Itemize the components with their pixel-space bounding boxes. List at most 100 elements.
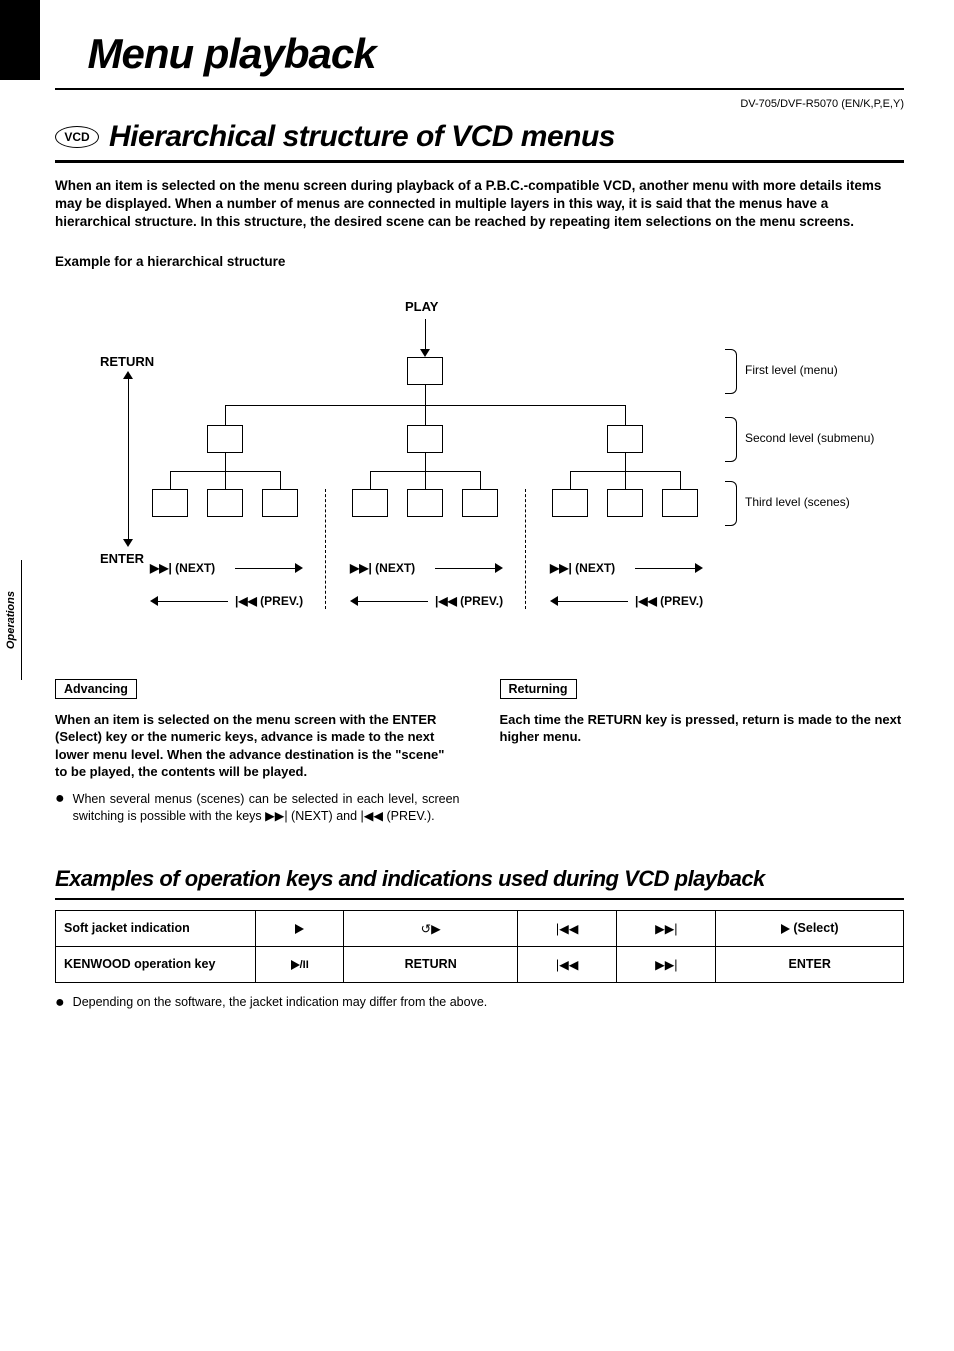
level2-box: [407, 425, 443, 453]
diagram-line: [635, 568, 695, 569]
level3-box: [262, 489, 298, 517]
brace-icon: [725, 481, 737, 526]
advancing-bullet-text: When several menus (scenes) can be selec…: [73, 791, 460, 826]
row2-cell: |◀◀: [518, 946, 617, 982]
next-icon: ▶▶| (NEXT): [350, 561, 415, 575]
play-icon: [291, 960, 300, 970]
play-icon: [781, 924, 790, 934]
play-label: PLAY: [405, 299, 438, 314]
row1-cell: ▶▶|: [617, 910, 716, 946]
side-tab-label: Operations: [5, 591, 17, 649]
enter-label: ENTER: [100, 551, 144, 566]
level1-box: [407, 357, 443, 385]
arrow-left-icon: [350, 596, 358, 606]
diagram-line: [425, 319, 426, 349]
page-number: 38: [55, 48, 77, 74]
advancing-returning-columns: Advancing When an item is selected on th…: [55, 679, 904, 826]
footnote-text: Depending on the software, the jacket in…: [73, 995, 488, 1011]
next-icon: ▶▶| (NEXT): [150, 561, 215, 575]
diagram-line: [570, 471, 571, 489]
diagram-line: [625, 471, 626, 489]
bullet-icon: ●: [55, 995, 65, 1011]
diagram-line: [170, 471, 171, 489]
dashed-divider: [525, 489, 526, 609]
vcd-badge: VCD: [55, 126, 99, 148]
level2-box: [207, 425, 243, 453]
arrow-left-icon: [150, 596, 158, 606]
brace-icon: [725, 417, 737, 462]
row1-label: Soft jacket indication: [56, 910, 256, 946]
diagram-line: [425, 471, 426, 489]
level3-label: Third level (scenes): [745, 495, 850, 509]
arrow-up-icon: [123, 371, 133, 379]
hierarchy-diagram: PLAY RETURN ENTER: [55, 299, 904, 659]
diagram-line: [425, 385, 426, 405]
dashed-divider: [325, 489, 326, 609]
diagram-line: [370, 471, 371, 489]
chapter-header: 38 Menu playback: [55, 0, 904, 90]
row2-cell: RETURN: [344, 946, 518, 982]
advancing-label: Advancing: [55, 679, 137, 699]
page-content: 38 Menu playback DV-705/DVF-R5070 (EN/K,…: [0, 0, 954, 1061]
diagram-line: [680, 471, 681, 489]
brace-icon: [725, 349, 737, 394]
diagram-line: [425, 453, 426, 471]
level3-box: [152, 489, 188, 517]
diagram-line: [625, 453, 626, 471]
advancing-text: When an item is selected on the menu scr…: [55, 711, 460, 781]
section-title: Hierarchical structure of VCD menus: [109, 120, 615, 154]
model-line: DV-705/DVF-R5070 (EN/K,P,E,Y): [55, 98, 904, 110]
returning-label: Returning: [500, 679, 577, 699]
returning-text: Each time the RETURN key is pressed, ret…: [500, 711, 905, 746]
level2-box: [607, 425, 643, 453]
diagram-line: [158, 601, 228, 602]
section-heading: VCD Hierarchical structure of VCD menus: [55, 120, 904, 163]
side-tab: Operations: [0, 560, 22, 680]
diagram-line: [558, 601, 628, 602]
chapter-title: Menu playback: [87, 30, 375, 78]
diagram-line: [225, 405, 226, 425]
row2-label: KENWOOD operation key: [56, 946, 256, 982]
table-row: KENWOOD operation key /II RETURN |◀◀ ▶▶|…: [56, 946, 904, 982]
level3-box: [552, 489, 588, 517]
level3-box: [352, 489, 388, 517]
diagram-line: [225, 471, 226, 489]
arrow-left-icon: [550, 596, 558, 606]
bullet-icon: ●: [55, 791, 65, 826]
diagram-line: [480, 471, 481, 489]
returning-column: Returning Each time the RETURN key is pr…: [500, 679, 905, 826]
play-icon: [295, 924, 304, 934]
row1-cell: ↺▶: [344, 910, 518, 946]
level3-box: [662, 489, 698, 517]
arrow-down-icon: [420, 349, 430, 357]
arrow-right-icon: [695, 563, 703, 573]
arrow-right-icon: [495, 563, 503, 573]
row2-cell: ENTER: [716, 946, 904, 982]
diagram-line: [235, 568, 295, 569]
level3-box: [607, 489, 643, 517]
advancing-column: Advancing When an item is selected on th…: [55, 679, 460, 826]
table-row: Soft jacket indication ↺▶ |◀◀ ▶▶| (Selec…: [56, 910, 904, 946]
prev-icon: |◀◀ (PREV.): [435, 594, 503, 608]
example-heading: Example for a hierarchical structure: [55, 254, 904, 269]
level3-box: [462, 489, 498, 517]
level2-label: Second level (submenu): [745, 431, 874, 445]
advancing-bullet: ● When several menus (scenes) can be sel…: [55, 791, 460, 826]
footnote: ● Depending on the software, the jacket …: [55, 995, 904, 1011]
diagram-line: [625, 405, 626, 425]
diagram-line: [280, 471, 281, 489]
prev-icon: |◀◀ (PREV.): [235, 594, 303, 608]
arrow-right-icon: [295, 563, 303, 573]
section2-title: Examples of operation keys and indicatio…: [55, 866, 904, 900]
prev-icon: |◀◀ (PREV.): [635, 594, 703, 608]
level3-box: [207, 489, 243, 517]
level3-box: [407, 489, 443, 517]
next-icon: ▶▶| (NEXT): [550, 561, 615, 575]
return-label: RETURN: [100, 354, 154, 369]
row1-cell: |◀◀: [518, 910, 617, 946]
row1-cell: (Select): [716, 910, 904, 946]
diagram-line: [358, 601, 428, 602]
diagram-line: [425, 405, 426, 425]
diagram-line: [225, 453, 226, 471]
keys-table: Soft jacket indication ↺▶ |◀◀ ▶▶| (Selec…: [55, 910, 904, 983]
